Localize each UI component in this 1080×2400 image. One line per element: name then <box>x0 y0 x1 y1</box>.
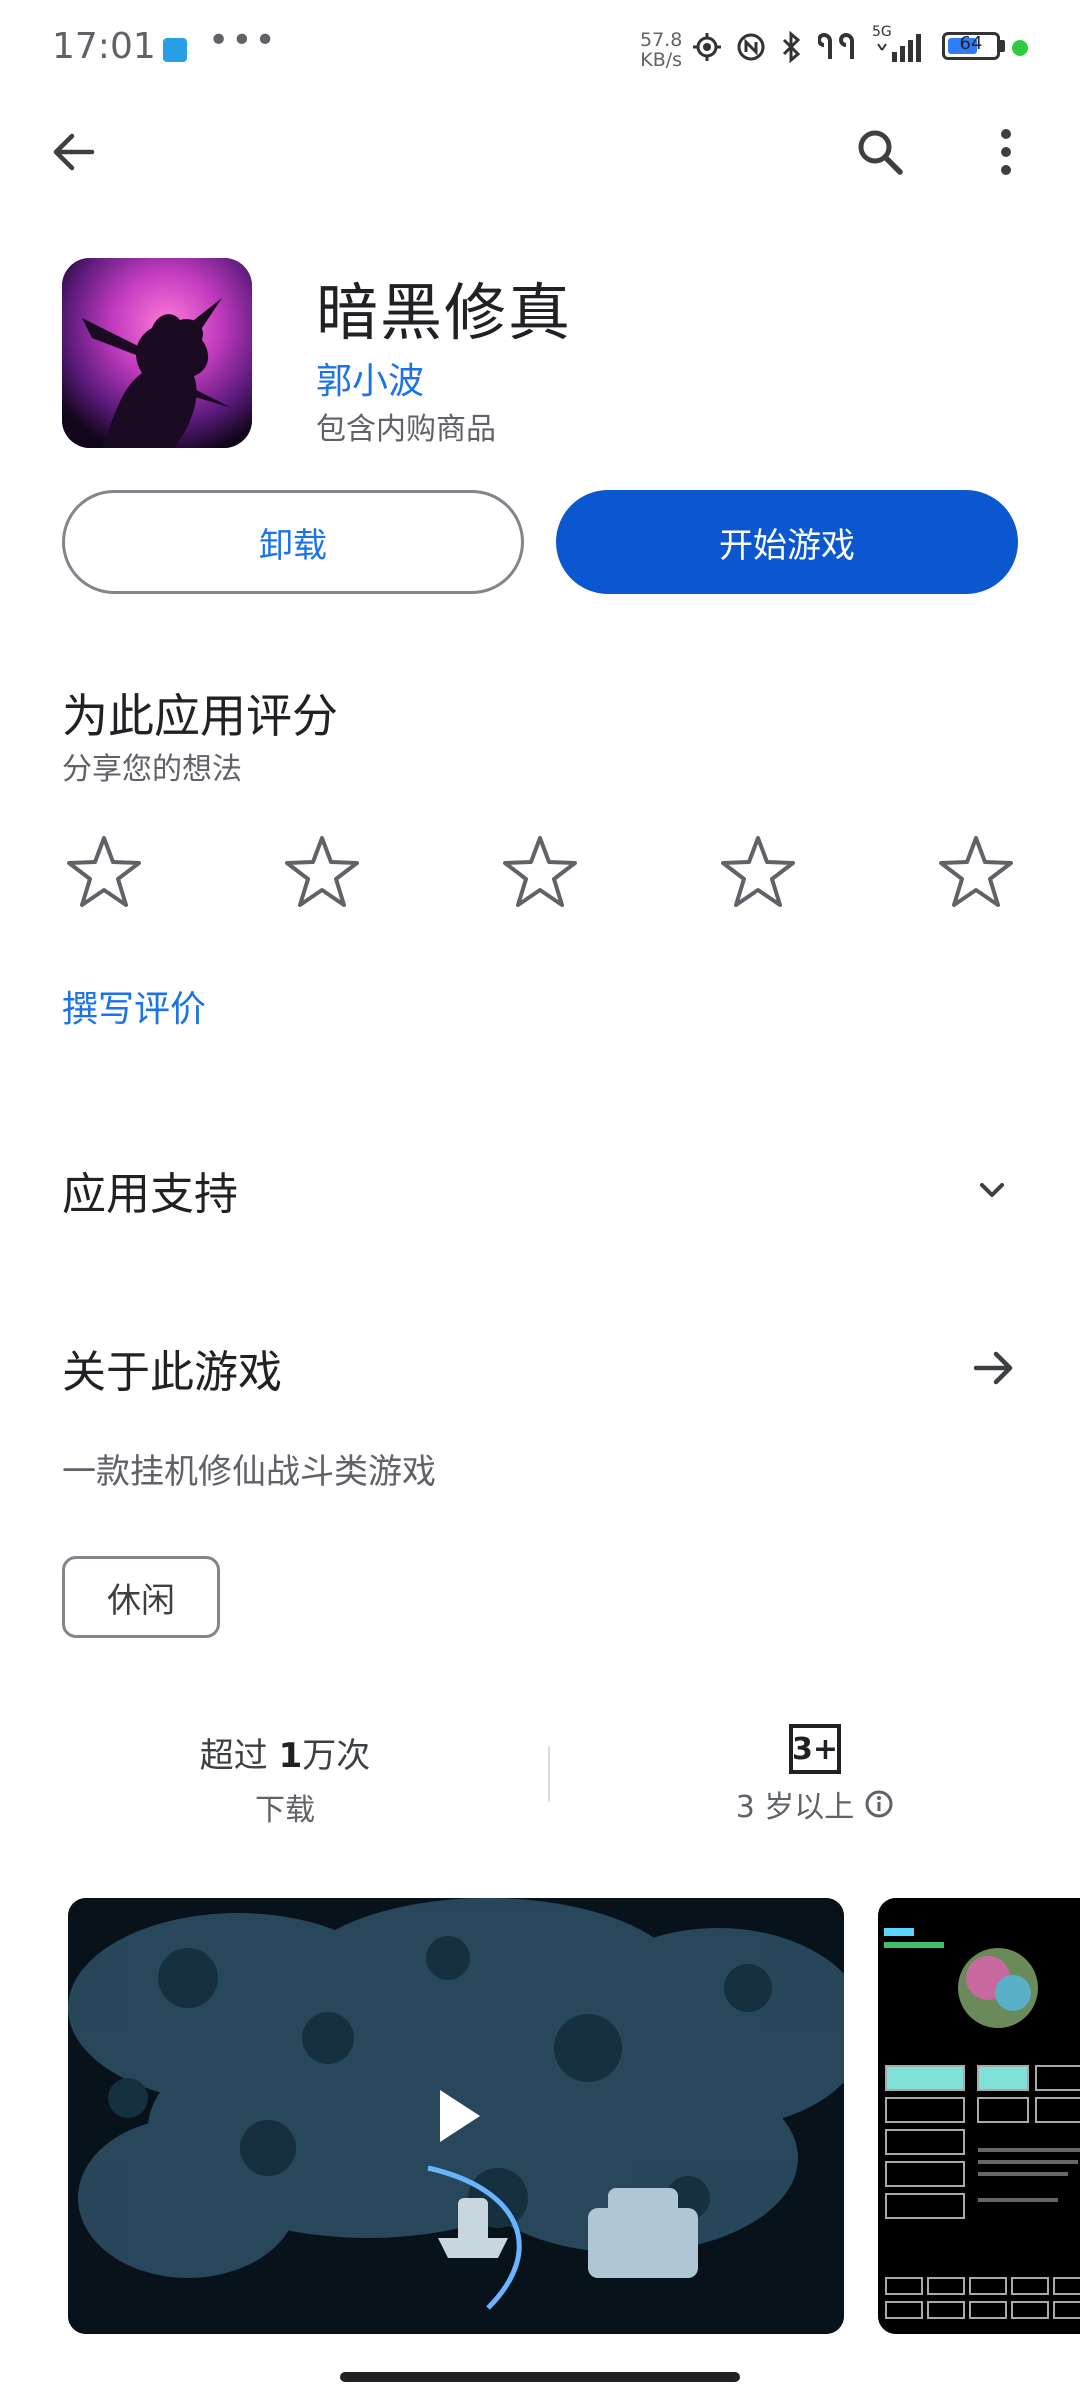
star-icon <box>721 836 795 907</box>
in-app-purchase-note: 包含内购商品 <box>316 412 496 447</box>
downloads-stat: 超过 1万次 下载 <box>130 1728 440 1829</box>
location-icon <box>693 33 721 61</box>
about-game-description: 一款挂机修仙战斗类游戏 <box>62 1452 436 1492</box>
home-indicator[interactable] <box>340 2372 740 2382</box>
chevron-down-icon <box>980 1183 1004 1197</box>
app-support-title: 应用支持 <box>62 1169 238 1220</box>
earbuds-icon <box>818 33 854 59</box>
app-title: 暗黑修真 <box>316 276 573 349</box>
network-speed-unit: KB/s <box>640 49 683 71</box>
about-game-title: 关于此游戏 <box>62 1347 282 1398</box>
developer-link[interactable]: 郭小波 <box>316 352 424 404</box>
stats-divider <box>548 1746 550 1802</box>
network-speed: 57.8 KB/s <box>640 30 682 70</box>
category-tag[interactable]: 休闲 <box>62 1556 220 1638</box>
network-speed-value: 57.8 <box>640 29 683 51</box>
content-rating-stat: 3+ 3 岁以上 <box>660 1724 970 1826</box>
downloads-value: 1 <box>278 1736 303 1776</box>
downloads-prefix: 超过 <box>199 1736 279 1776</box>
rate-section-title: 为此应用评分 <box>62 689 338 743</box>
app-icon <box>62 258 252 448</box>
arrow-right-icon <box>973 1351 1013 1385</box>
content-rating-row[interactable]: 3 岁以上 <box>660 1782 970 1826</box>
content-rating-label: 3 岁以上 <box>735 1790 855 1825</box>
bluetooth-icon <box>782 31 801 63</box>
content-rating-badge: 3+ <box>789 1724 841 1774</box>
battery-icon: 64 <box>942 32 1000 60</box>
star-icon <box>67 836 141 907</box>
star-2-button[interactable] <box>280 830 364 914</box>
about-game-row[interactable]: 关于此游戏 <box>62 1336 1018 1400</box>
star-5-button[interactable] <box>934 830 1018 914</box>
star-4-button[interactable] <box>716 830 800 914</box>
nfc-icon <box>737 33 765 61</box>
back-button[interactable] <box>42 120 106 184</box>
more-options-button[interactable] <box>972 118 1040 186</box>
star-3-button[interactable] <box>498 830 582 914</box>
star-rating <box>62 830 1018 914</box>
signal-icon: 5G <box>872 24 928 64</box>
app-icon-artwork <box>62 258 252 448</box>
downloads-label: 下载 <box>255 1793 315 1828</box>
downloads-suffix: 万次 <box>302 1736 371 1776</box>
star-icon <box>939 836 1013 907</box>
video-preview[interactable] <box>68 1898 844 2334</box>
battery-tip <box>1000 40 1005 52</box>
uninstall-button[interactable]: 卸载 <box>62 490 524 594</box>
status-icons: 5G <box>692 24 928 64</box>
star-1-button[interactable] <box>62 830 146 914</box>
search-icon <box>858 130 903 175</box>
downloads-count: 超过 1万次 <box>130 1728 440 1777</box>
star-icon <box>503 836 577 907</box>
write-review-link[interactable]: 撰写评价 <box>62 980 206 1032</box>
status-time: 17:01 <box>52 26 156 67</box>
screenshot-thumbnail[interactable] <box>878 1898 1080 2334</box>
info-icon <box>865 1790 893 1818</box>
arrow-left-icon <box>53 133 95 171</box>
privacy-indicator-dot <box>1012 40 1028 56</box>
search-button[interactable] <box>846 118 914 186</box>
app-support-row[interactable]: 应用支持 <box>62 1158 1018 1222</box>
screenshot-thumbnail-artwork <box>878 1898 1080 2334</box>
battery-percent: 64 <box>959 33 983 54</box>
status-more-indicator: ••• <box>208 20 278 61</box>
play-button[interactable]: 开始游戏 <box>556 490 1018 594</box>
video-preview-artwork <box>68 1898 844 2334</box>
rate-section-subtitle: 分享您的想法 <box>62 752 242 787</box>
more-vertical-icon <box>1001 129 1011 175</box>
star-icon <box>285 836 359 907</box>
notification-app-icon <box>163 38 187 62</box>
